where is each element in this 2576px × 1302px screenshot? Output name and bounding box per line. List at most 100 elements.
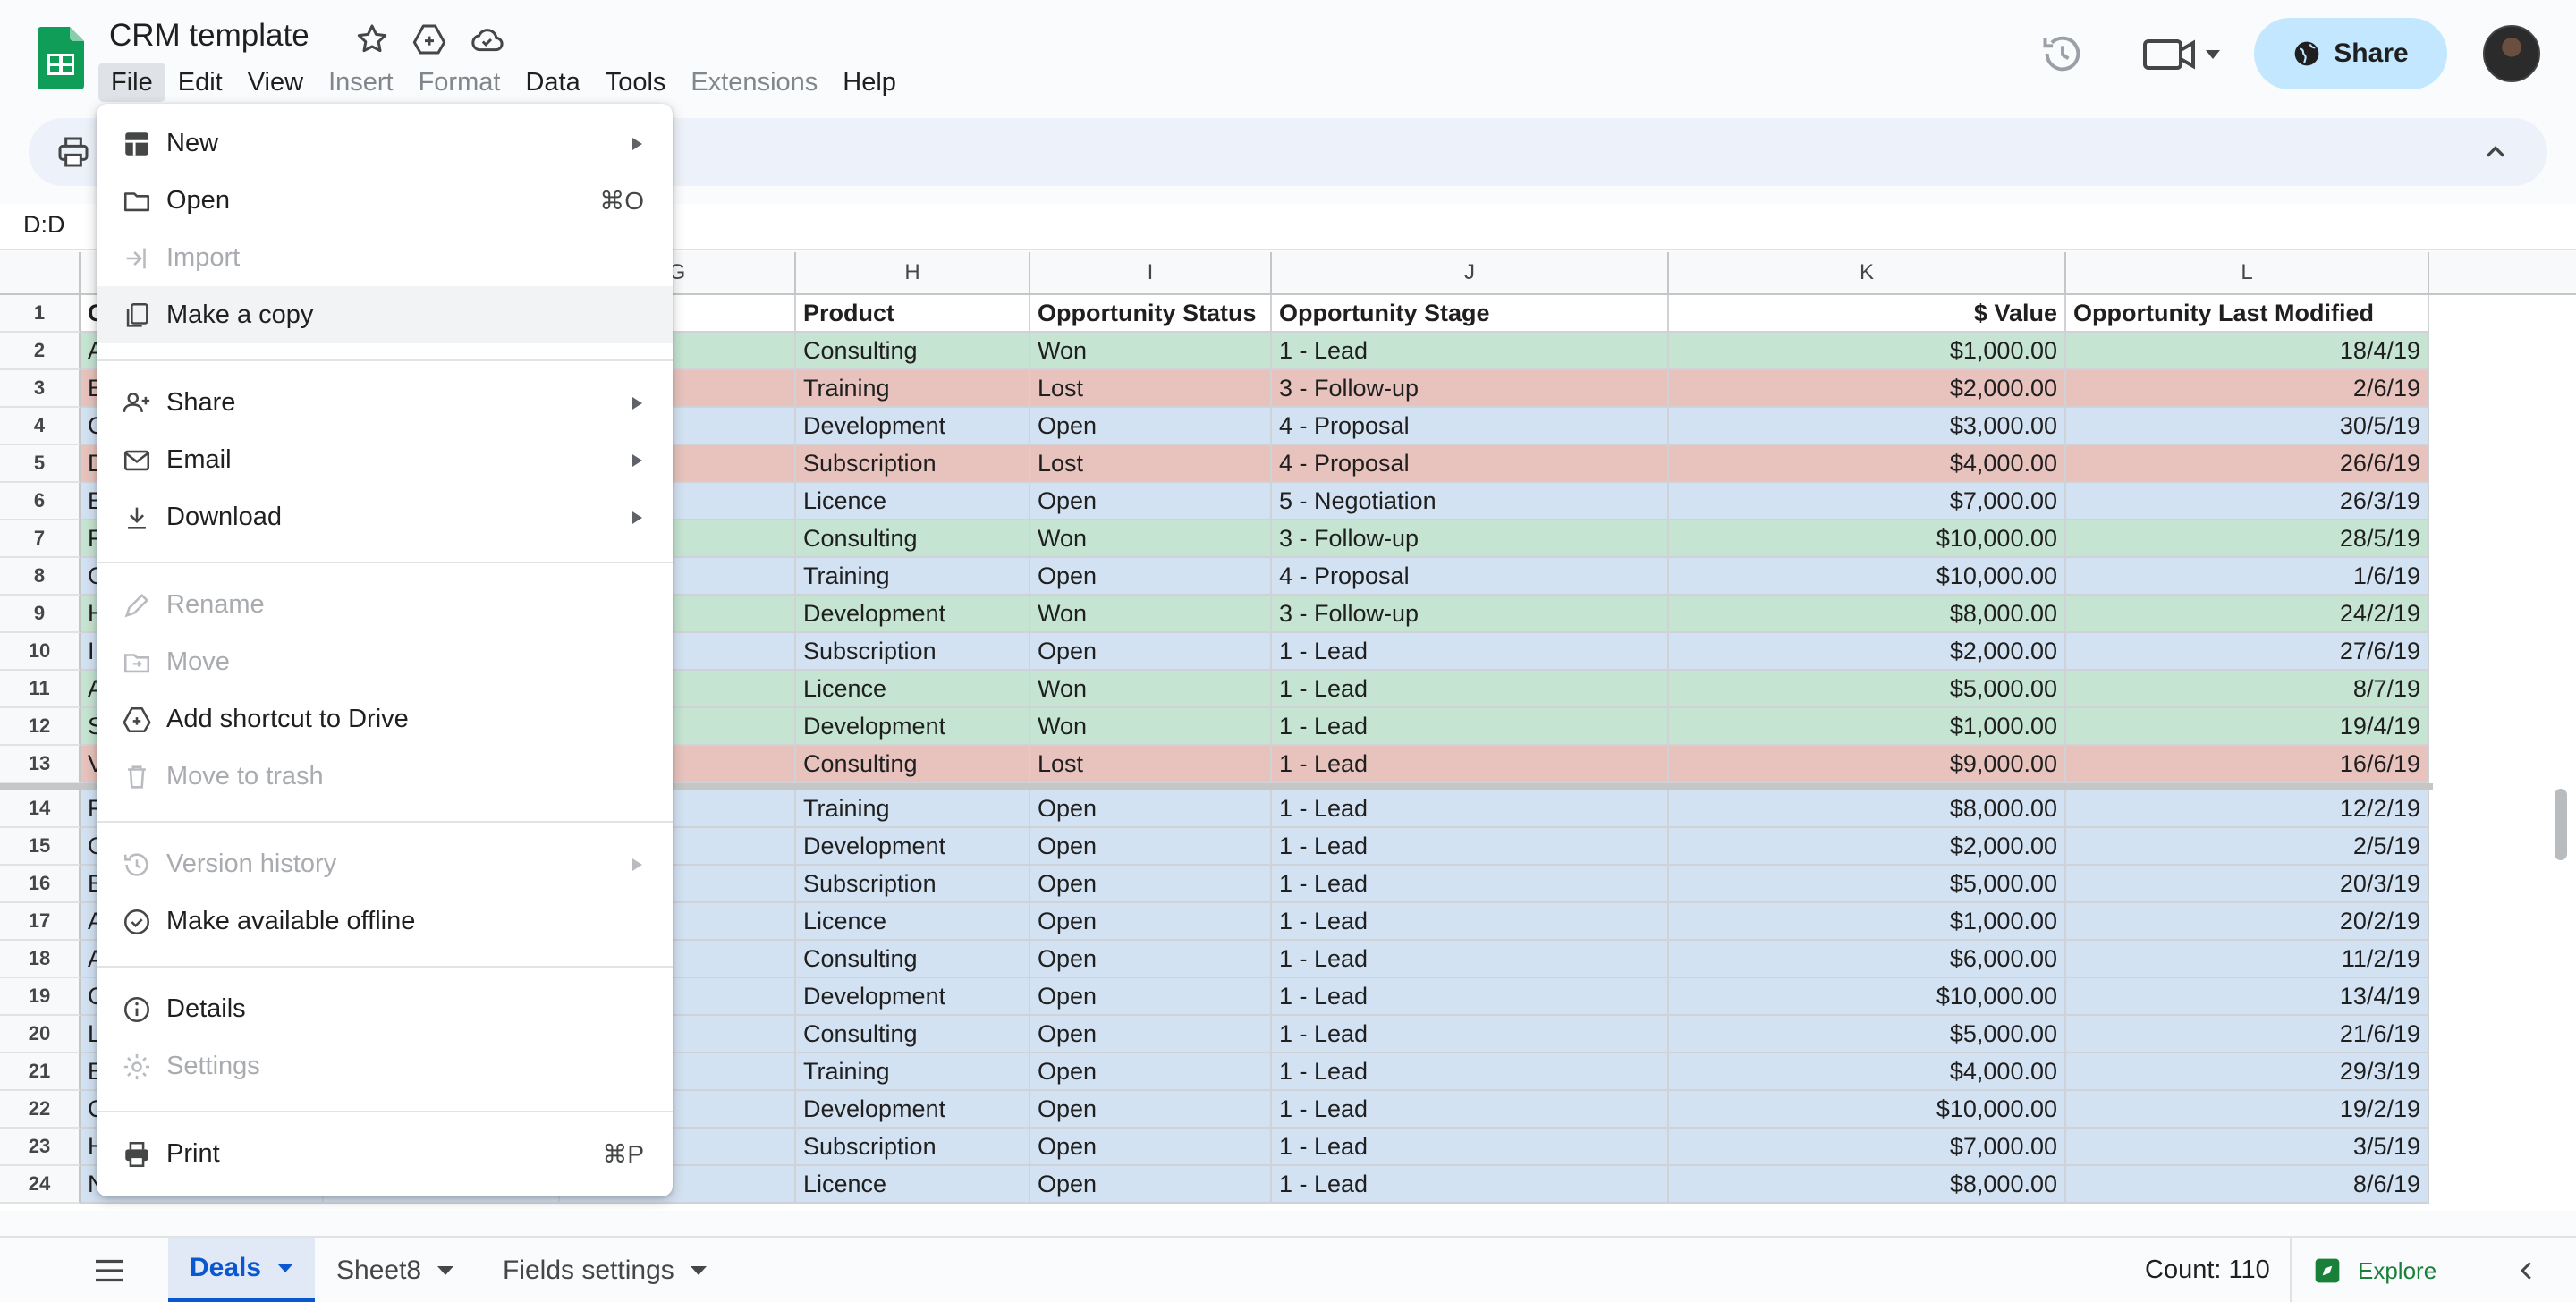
caret-down-icon[interactable] bbox=[690, 1266, 707, 1275]
cell-value[interactable]: $1,000.00 bbox=[1669, 333, 2066, 370]
column-header-l[interactable]: L bbox=[2066, 252, 2429, 295]
cell-status[interactable]: Open bbox=[1030, 633, 1272, 671]
cell-product[interactable]: Consulting bbox=[796, 1016, 1030, 1053]
cell-product[interactable]: Consulting bbox=[796, 333, 1030, 370]
row-header[interactable]: 19 bbox=[0, 978, 80, 1016]
cell-value[interactable]: $8,000.00 bbox=[1669, 1166, 2066, 1204]
cell-status[interactable]: Lost bbox=[1030, 445, 1272, 483]
cell-status[interactable]: Open bbox=[1030, 1053, 1272, 1091]
cell-stage[interactable]: 1 - Lead bbox=[1272, 633, 1669, 671]
cell-status[interactable]: Open bbox=[1030, 828, 1272, 866]
row-header[interactable]: 17 bbox=[0, 903, 80, 941]
chevron-up-icon[interactable] bbox=[2479, 136, 2512, 168]
row-header[interactable]: 6 bbox=[0, 483, 80, 520]
cell-product[interactable]: Subscription bbox=[796, 1129, 1030, 1166]
cell-status[interactable]: Open bbox=[1030, 1016, 1272, 1053]
cell-modified[interactable]: 21/6/19 bbox=[2066, 1016, 2429, 1053]
cell-product[interactable]: Training bbox=[796, 790, 1030, 828]
cell-value[interactable]: $8,000.00 bbox=[1669, 790, 2066, 828]
header-cell-status[interactable]: Opportunity Status bbox=[1030, 295, 1272, 333]
cell-value[interactable]: $10,000.00 bbox=[1669, 520, 2066, 558]
name-box[interactable]: D:D bbox=[23, 211, 65, 239]
menu-item-settings[interactable]: Settings bbox=[97, 1037, 673, 1095]
row-header[interactable]: 22 bbox=[0, 1091, 80, 1129]
menu-insert[interactable]: Insert bbox=[316, 63, 406, 102]
selection-count[interactable]: Count: 110 bbox=[2145, 1256, 2270, 1285]
cell-stage[interactable]: 1 - Lead bbox=[1272, 1129, 1669, 1166]
cell-product[interactable]: Training bbox=[796, 370, 1030, 408]
star-icon[interactable] bbox=[354, 21, 390, 57]
cell-stage[interactable]: 1 - Lead bbox=[1272, 903, 1669, 941]
cell-stage[interactable]: 1 - Lead bbox=[1272, 333, 1669, 370]
menu-item-new[interactable]: New bbox=[97, 114, 673, 172]
cell-product[interactable]: Licence bbox=[796, 671, 1030, 708]
cell-status[interactable]: Open bbox=[1030, 483, 1272, 520]
cell-product[interactable]: Development bbox=[796, 408, 1030, 445]
cell-stage[interactable]: 1 - Lead bbox=[1272, 941, 1669, 978]
cell-status[interactable]: Won bbox=[1030, 708, 1272, 746]
vertical-scrollbar[interactable] bbox=[2555, 789, 2567, 860]
menu-item-move[interactable]: Move bbox=[97, 633, 673, 690]
cell-product[interactable]: Training bbox=[796, 558, 1030, 596]
cell-status[interactable]: Won bbox=[1030, 596, 1272, 633]
cell-stage[interactable]: 3 - Follow-up bbox=[1272, 370, 1669, 408]
row-header[interactable]: 23 bbox=[0, 1129, 80, 1166]
cell-status[interactable]: Open bbox=[1030, 941, 1272, 978]
menu-item-download[interactable]: Download bbox=[97, 488, 673, 545]
cell-product[interactable]: Training bbox=[796, 1053, 1030, 1091]
row-header[interactable]: 2 bbox=[0, 333, 80, 370]
cell-stage[interactable]: 3 - Follow-up bbox=[1272, 596, 1669, 633]
row-header[interactable]: 18 bbox=[0, 941, 80, 978]
menu-item-print[interactable]: Print ⌘P bbox=[97, 1125, 673, 1182]
header-cell-value[interactable]: $ Value bbox=[1669, 295, 2066, 333]
menu-item-open[interactable]: Open ⌘O bbox=[97, 172, 673, 229]
cell-value[interactable]: $4,000.00 bbox=[1669, 445, 2066, 483]
row-header[interactable]: 1 bbox=[0, 295, 80, 333]
cell-modified[interactable]: 19/2/19 bbox=[2066, 1091, 2429, 1129]
cell-product[interactable]: Licence bbox=[796, 483, 1030, 520]
cell-value[interactable]: $10,000.00 bbox=[1669, 558, 2066, 596]
header-cell-modified[interactable]: Opportunity Last Modified bbox=[2066, 295, 2429, 333]
row-header[interactable]: 16 bbox=[0, 866, 80, 903]
row-header[interactable]: 14 bbox=[0, 790, 80, 828]
column-header-i[interactable]: I bbox=[1030, 252, 1272, 295]
cell-status[interactable]: Open bbox=[1030, 1091, 1272, 1129]
row-header[interactable]: 3 bbox=[0, 370, 80, 408]
column-header-j[interactable]: J bbox=[1272, 252, 1669, 295]
cell-modified[interactable]: 29/3/19 bbox=[2066, 1053, 2429, 1091]
cell-product[interactable]: Consulting bbox=[796, 941, 1030, 978]
cell-status[interactable]: Open bbox=[1030, 978, 1272, 1016]
cell-modified[interactable]: 16/6/19 bbox=[2066, 746, 2429, 783]
sheet-tab-deals[interactable]: Deals bbox=[168, 1238, 315, 1302]
sheet-tab-fields-settings[interactable]: Fields settings bbox=[481, 1238, 750, 1302]
cell-status[interactable]: Open bbox=[1030, 558, 1272, 596]
cell-value[interactable]: $2,000.00 bbox=[1669, 828, 2066, 866]
cell-stage[interactable]: 5 - Negotiation bbox=[1272, 483, 1669, 520]
row-header[interactable]: 13 bbox=[0, 746, 80, 783]
menu-item-make-a-copy[interactable]: Make a copy bbox=[97, 286, 673, 343]
cell-modified[interactable]: 19/4/19 bbox=[2066, 708, 2429, 746]
menu-item-import[interactable]: Import bbox=[97, 229, 673, 286]
chevron-left-icon[interactable] bbox=[2513, 1257, 2540, 1284]
menu-item-make-available-offline[interactable]: Make available offline bbox=[97, 892, 673, 950]
cell-value[interactable]: $5,000.00 bbox=[1669, 671, 2066, 708]
cell-status[interactable]: Open bbox=[1030, 1129, 1272, 1166]
cell-status[interactable]: Lost bbox=[1030, 370, 1272, 408]
cell-modified[interactable]: 2/5/19 bbox=[2066, 828, 2429, 866]
cell-product[interactable]: Subscription bbox=[796, 633, 1030, 671]
cell-modified[interactable]: 30/5/19 bbox=[2066, 408, 2429, 445]
cell-stage[interactable]: 1 - Lead bbox=[1272, 671, 1669, 708]
menu-file[interactable]: File bbox=[98, 63, 165, 102]
cell-status[interactable]: Open bbox=[1030, 790, 1272, 828]
cell-product[interactable]: Development bbox=[796, 1091, 1030, 1129]
select-all-corner[interactable] bbox=[0, 252, 80, 295]
cell-product[interactable]: Subscription bbox=[796, 445, 1030, 483]
header-cell-stage[interactable]: Opportunity Stage bbox=[1272, 295, 1669, 333]
cell-stage[interactable]: 1 - Lead bbox=[1272, 746, 1669, 783]
cell-product[interactable]: Development bbox=[796, 596, 1030, 633]
row-header[interactable]: 12 bbox=[0, 708, 80, 746]
row-header[interactable]: 9 bbox=[0, 596, 80, 633]
cell-product[interactable]: Development bbox=[796, 828, 1030, 866]
cell-value[interactable]: $2,000.00 bbox=[1669, 370, 2066, 408]
column-header-h[interactable]: H bbox=[796, 252, 1030, 295]
